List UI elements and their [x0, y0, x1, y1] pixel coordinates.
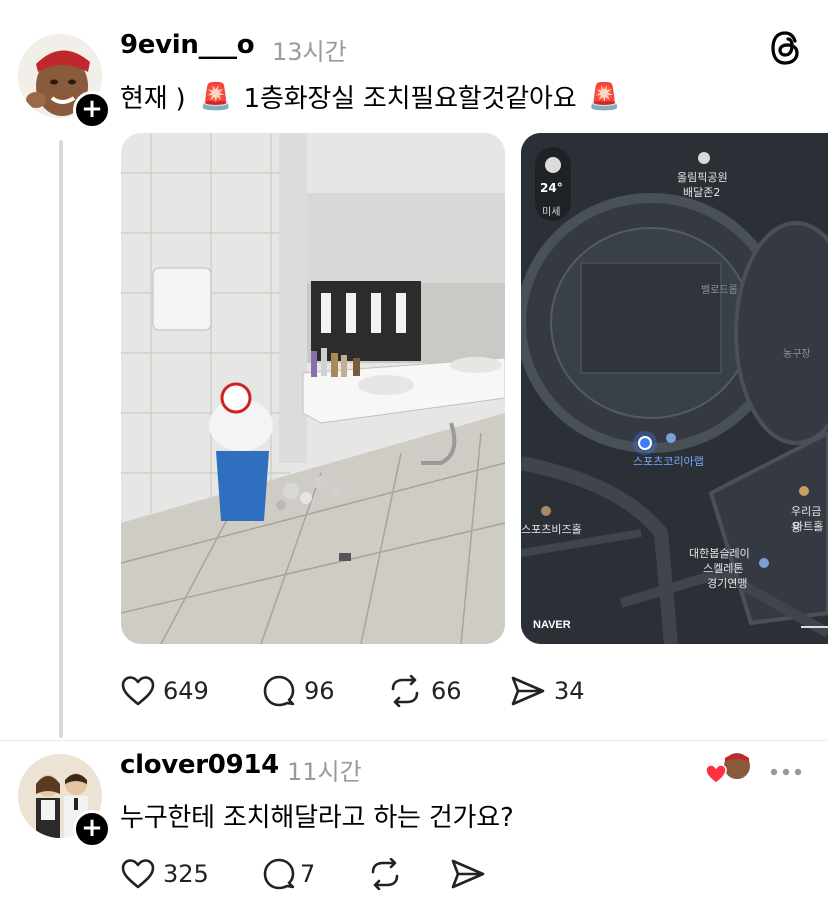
post-text-main: 1층화장실 조치필요할것같아요 [243, 84, 577, 114]
reply-repost-button[interactable] [367, 858, 403, 890]
threads-logo-icon[interactable] [768, 28, 804, 68]
map-label-bottom-2: 스켈레톤 [703, 562, 744, 575]
like-button[interactable]: 649 [121, 675, 209, 707]
comment-icon [263, 858, 295, 890]
post-text: 현재 ) 🚨 1층화장실 조치필요할것같아요 🚨 [120, 78, 621, 115]
naver-logo: NAVER [533, 619, 571, 631]
more-options-icon[interactable] [769, 762, 803, 776]
reply-comment-button[interactable]: 7 [262, 858, 315, 890]
siren-emoji-icon: 🚨 [588, 81, 621, 112]
liked-by-author-indicator[interactable] [705, 750, 753, 784]
restroom-photo[interactable] [121, 133, 505, 644]
comment-count: 96 [304, 677, 335, 705]
share-count: 34 [554, 677, 585, 705]
map-label-velodrome: 벨로드롬 [701, 285, 738, 296]
comment-icon [263, 675, 295, 707]
like-count: 649 [163, 677, 209, 705]
reply-share-button[interactable] [450, 858, 486, 890]
map-image [521, 133, 828, 644]
send-icon [511, 676, 545, 706]
heart-icon [121, 859, 155, 889]
siren-emoji-icon: 🚨 [199, 81, 232, 112]
reply-text: 누구한테 조치해달라고 하는 건가요? [120, 803, 514, 833]
post-time: 13시간 [272, 38, 347, 66]
repost-icon [371, 858, 399, 890]
reply-time: 11시간 [287, 758, 362, 786]
post-text-prefix: 현재 ) [120, 84, 186, 114]
restroom-photo-image [121, 133, 505, 644]
reply-like-button[interactable]: 325 [121, 858, 209, 890]
map-label-bottom-1: 대한봅슬레이 [689, 547, 750, 560]
repost-count: 66 [431, 677, 462, 705]
reply-comment-count: 7 [300, 860, 316, 888]
map-label-bottom-3: 경기연맹 [707, 577, 748, 590]
repost-button[interactable]: 66 [387, 675, 462, 707]
map-label-basketball: 농구장 [783, 349, 811, 360]
red-heart-icon [705, 764, 727, 784]
map-label-right-2: 아트홀 [793, 520, 824, 533]
reply-username[interactable]: clover0914 [120, 750, 279, 780]
heart-icon [121, 676, 155, 706]
map-label-park-sub: 배달존2 [683, 186, 721, 199]
map-screenshot[interactable]: 24° 미세 올림픽공원 배달존2 벨로드롬 농구장 스포츠코리아랩 스포츠비즈… [521, 133, 828, 644]
share-button[interactable]: 34 [510, 675, 585, 707]
reply-like-count: 325 [163, 860, 209, 888]
weather-temp: 24° [540, 181, 563, 195]
follow-plus-button[interactable]: + [73, 810, 111, 848]
send-icon [451, 859, 485, 889]
map-label-park: 올림픽공원 [677, 171, 728, 184]
divider [0, 740, 828, 741]
weather-label: 미세 [542, 207, 561, 218]
post-username[interactable]: 9evin___o [120, 30, 255, 60]
map-label-left: 스포츠비즈홀 [521, 523, 582, 536]
follow-plus-button[interactable]: + [73, 91, 111, 129]
comment-button[interactable]: 96 [262, 675, 335, 707]
thread-line [59, 140, 63, 738]
repost-icon [391, 675, 419, 707]
map-label-current: 스포츠코리아랩 [633, 455, 704, 468]
